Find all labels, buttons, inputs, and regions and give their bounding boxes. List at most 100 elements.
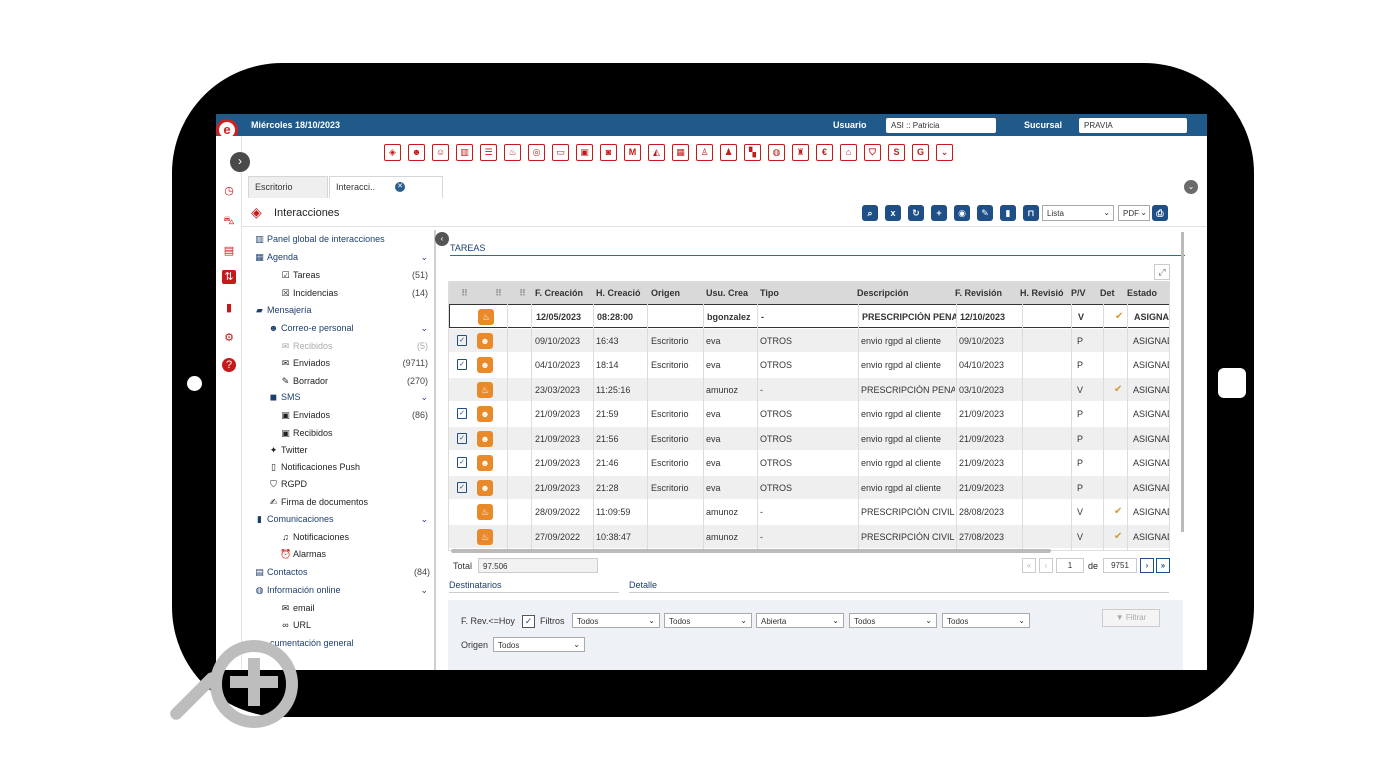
last-page-button[interactable]: » — [1156, 558, 1170, 573]
maximize-icon[interactable]: ⤢ — [1154, 264, 1170, 280]
table-row[interactable]: ♨ 12/05/2023 08:28:00 bgonzalez - PRESCRIPCIÓ… — [449, 304, 1169, 328]
table-row[interactable]: ✓ ☻ 21/09/2023 21:56 Escritorio eva OTROS envio… — [449, 426, 1169, 451]
sidebar-item-url[interactable]: ∞ URL — [280, 620, 311, 630]
eye-icon[interactable]: ◉ — [954, 205, 970, 221]
table-row[interactable]: ✓ ☻ 09/10/2023 16:43 Escritorio eva OTROS envio… — [449, 328, 1169, 353]
sidebar-item-notificaciones[interactable]: ♫ Notificaciones — [280, 532, 349, 542]
next-page-button[interactable]: › — [1140, 558, 1154, 573]
sidebar-item-rgpd[interactable]: ⛉ RGPD — [268, 479, 307, 489]
sidebar-item-push[interactable]: ▯ Notificaciones Push — [268, 462, 360, 472]
bag-icon[interactable]: ◙ — [600, 144, 617, 161]
screen-icon[interactable]: ▭ — [552, 144, 569, 161]
col-usuario[interactable]: Usu. Crea — [706, 288, 756, 298]
sidebar-item-agenda[interactable]: ▦ Agenda ⌄ — [254, 252, 434, 262]
page-input[interactable]: 1 — [1056, 558, 1084, 573]
col-f-revision[interactable]: F. Revisión — [955, 288, 1013, 298]
search-icon[interactable]: ⌕ — [862, 205, 878, 221]
person-icon[interactable]: ♙ — [696, 144, 713, 161]
list-icon[interactable]: ☰ — [480, 144, 497, 161]
table-row[interactable]: ✓ ☻ 04/10/2023 18:14 Escritorio eva OTROS envio… — [449, 353, 1169, 377]
group-icon[interactable]: ♟ — [720, 144, 737, 161]
view-select[interactable]: Lista ⌄ — [1042, 205, 1114, 221]
table-row[interactable]: ♨ 23/03/2023 11:25:16 amunoz - PRESCRIPCIÓN P… — [449, 377, 1169, 402]
branch-field[interactable]: PRAVIA — [1079, 118, 1187, 133]
filter-select-1[interactable]: Todos ⌄ — [572, 613, 660, 628]
chevron-down-icon[interactable]: ⌄ — [936, 144, 953, 161]
office-icon[interactable]: ▚ — [744, 144, 761, 161]
user-field[interactable]: ASI :: Patricia — [886, 118, 996, 133]
file-icon[interactable]: ▥ — [456, 144, 473, 161]
scroll-right-button[interactable]: ⌄ — [1184, 180, 1198, 194]
sidebar-item-contactos[interactable]: ▤ Contactos (84) — [254, 567, 434, 577]
sidebar-item-email[interactable]: ✉ email — [280, 603, 315, 613]
filter-select-2[interactable]: Todos ⌄ — [664, 613, 752, 628]
cart-icon[interactable]: ⛍ — [222, 214, 236, 228]
task-check-icon[interactable]: ✓ — [457, 359, 467, 370]
filter-select-5[interactable]: Todos ⌄ — [942, 613, 1030, 628]
sidebar-item-info-online[interactable]: ◍ Información online ⌄ — [254, 585, 434, 595]
add-icon[interactable]: + — [931, 205, 947, 221]
team-icon[interactable]: ♜ — [792, 144, 809, 161]
col-h-creacion[interactable]: H. Creació — [596, 288, 646, 298]
collapse-sidebar-button[interactable]: ‹ — [435, 232, 449, 246]
g-logo-icon[interactable]: G — [912, 144, 929, 161]
fire-icon[interactable]: ♨ — [504, 144, 521, 161]
settings-sliders-icon[interactable]: ⇅ — [222, 270, 236, 284]
table-row[interactable]: ♨ 27/09/2022 10:38:47 amunoz - PRESCRIPCIÓN C… — [449, 524, 1169, 549]
sidebar-item-correo[interactable]: ☻ Correo-e personal ⌄ — [268, 323, 434, 333]
sidebar-item-alarmas[interactable]: ⏰ Alarmas — [280, 549, 326, 559]
help-icon[interactable]: ? — [222, 358, 236, 372]
task-check-icon[interactable]: ✓ — [457, 432, 467, 444]
sidebar-item-sms[interactable]: ◼ SMS ⌄ — [268, 392, 434, 402]
print-icon[interactable]: ⎙ — [1152, 205, 1168, 221]
refresh-icon[interactable]: ↻ — [908, 205, 924, 221]
export-select[interactable]: PDF ⌄ — [1118, 205, 1150, 221]
sidebar-item-doc-general[interactable]: cumentación general — [270, 638, 354, 648]
table-row[interactable]: ✓ ☻ 21/09/2023 21:59 Escritorio eva OTROS envio… — [449, 402, 1169, 426]
globe-icon[interactable]: ◍ — [768, 144, 785, 161]
sidebar-item-firma[interactable]: ✍ Firma de documentos — [268, 497, 368, 507]
sidebar-item-sms-recibidos[interactable]: ▣ Recibidos — [280, 428, 332, 438]
tag-icon[interactable]: ◭ — [648, 144, 665, 161]
task-check-icon[interactable]: ✓ — [457, 457, 467, 468]
sidebar-item-sms-enviados[interactable]: ▣ Enviados (86) — [280, 410, 432, 420]
close-tab-icon[interactable]: ✕ — [395, 182, 405, 192]
sidebar-item-incidencias[interactable]: ☒ Incidencias (14) — [280, 288, 432, 298]
col-estado[interactable]: Estado — [1127, 288, 1167, 298]
sidebar-item-twitter[interactable]: ✦ Twitter — [268, 445, 308, 455]
col-tipo[interactable]: Tipo — [760, 288, 820, 298]
tab-escritorio[interactable]: Escritorio — [248, 176, 328, 198]
cube-icon[interactable]: ◈ — [384, 144, 401, 161]
trash-icon[interactable]: ▮ — [1000, 205, 1016, 221]
task-check-icon[interactable]: ✓ — [457, 481, 467, 493]
gear-icon[interactable]: ⚙ — [222, 331, 236, 345]
edit-icon[interactable]: ✎ — [977, 205, 993, 221]
col-h-revision[interactable]: H. Revisió — [1020, 288, 1068, 298]
excel-icon[interactable]: x — [885, 205, 901, 221]
bar-chart-icon[interactable]: ▮ — [222, 301, 236, 315]
col-pv[interactable]: P/V — [1071, 288, 1093, 298]
col-det[interactable]: Det — [1100, 288, 1118, 298]
filtrar-button[interactable]: ▼ Filtrar — [1102, 609, 1160, 627]
prev-page-button[interactable]: ‹ — [1039, 558, 1053, 573]
sidebar-item-enviados[interactable]: ✉ Enviados (9711) — [280, 358, 432, 368]
tab-interacciones[interactable]: Interacci.. — [329, 176, 443, 198]
horizontal-scrollbar[interactable] — [451, 549, 1051, 553]
col-origen[interactable]: Origen — [651, 288, 701, 298]
home-icon[interactable]: ⌂ — [840, 144, 857, 161]
col-f-creacion[interactable]: F. Creación — [535, 288, 593, 298]
task-check-icon[interactable]: ✓ — [457, 408, 467, 419]
m-badge-icon[interactable]: M — [624, 144, 641, 161]
sidebar-item-panel-global[interactable]: ▥ Panel global de interacciones — [254, 234, 384, 244]
first-page-button[interactable]: « — [1022, 558, 1036, 573]
origen-select[interactable]: Todos ⌄ — [493, 637, 585, 652]
rev-filter-checkbox[interactable]: ✓ — [522, 615, 535, 628]
briefcase-icon[interactable]: ▣ — [576, 144, 593, 161]
table-row[interactable]: ♨ 28/09/2022 11:09:59 amunoz - PRESCRIPCIÓN C… — [449, 500, 1169, 524]
filter-select-status[interactable]: Abierta ⌄ — [756, 613, 844, 628]
lock-icon[interactable]: ⊓ — [1023, 205, 1039, 221]
euro-icon[interactable]: € — [816, 144, 833, 161]
expand-menu-button[interactable]: › — [230, 152, 250, 172]
col-descripcion[interactable]: Descripción — [857, 288, 947, 298]
table-row[interactable]: ✓ ☻ 21/09/2023 21:46 Escritorio eva OTROS envio… — [449, 451, 1169, 475]
